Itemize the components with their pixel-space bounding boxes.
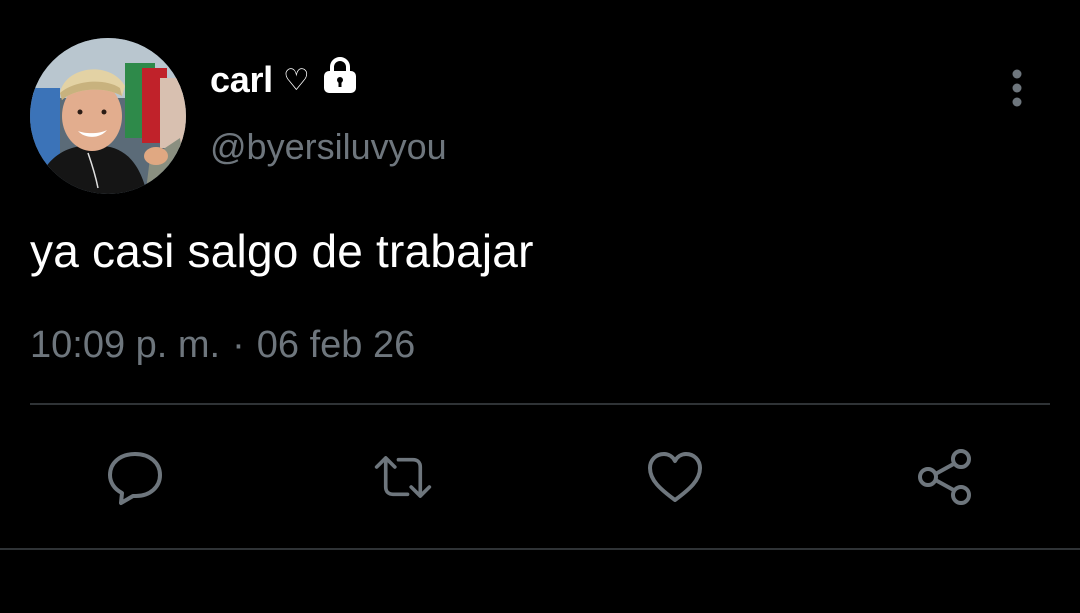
retweet-button[interactable] xyxy=(373,447,433,507)
heart-emoji: ♡ xyxy=(282,64,310,97)
avatar[interactable] xyxy=(30,38,186,194)
user-handle[interactable]: @byersiluvyou xyxy=(210,126,447,168)
bottom-divider xyxy=(0,548,1080,550)
tweet-timestamp[interactable]: 10:09 p. m. · 06 feb 26 xyxy=(30,324,415,367)
tweet-time: 10:09 p. m. xyxy=(30,324,221,366)
reply-button[interactable] xyxy=(105,447,165,507)
share-button[interactable] xyxy=(915,447,975,507)
share-icon xyxy=(918,449,971,505)
more-vertical-icon xyxy=(1012,69,1022,107)
display-name[interactable]: carl xyxy=(210,59,273,101)
timestamp-separator: · xyxy=(232,324,245,366)
display-name-row: carl ♡ xyxy=(210,56,360,104)
retweet-icon xyxy=(374,456,432,498)
profile-photo xyxy=(30,38,186,194)
heart-icon xyxy=(648,452,702,502)
tweet-detail: carl ♡ @byersiluvyou ya casi salgo de tr… xyxy=(0,0,1080,613)
divider xyxy=(30,403,1050,405)
tweet-text: ya casi salgo de trabajar xyxy=(30,225,534,277)
more-options-button[interactable] xyxy=(1000,66,1034,110)
like-button[interactable] xyxy=(645,447,705,507)
lock-icon xyxy=(320,55,360,100)
reply-icon xyxy=(108,452,162,505)
tweet-date: 06 feb 26 xyxy=(256,324,416,366)
